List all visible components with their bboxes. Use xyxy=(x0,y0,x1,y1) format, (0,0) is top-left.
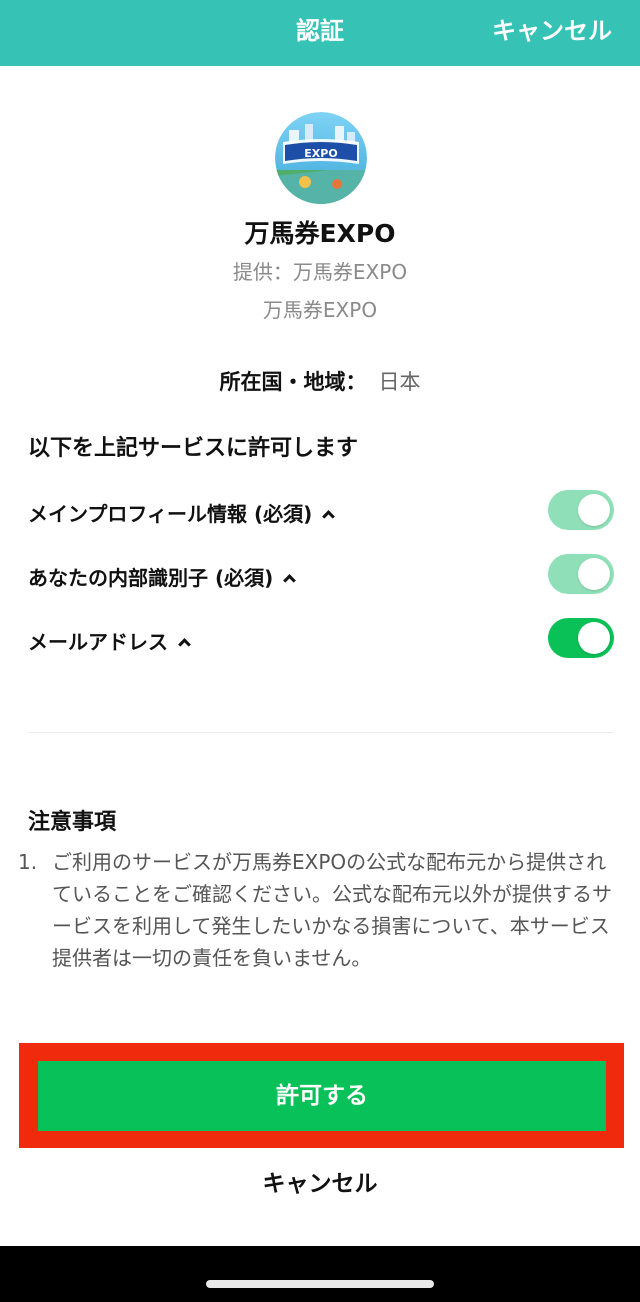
app-subtitle: 万馬券EXPO xyxy=(262,298,378,322)
permission-toggle-email[interactable] xyxy=(548,618,614,658)
auth-screen: 認証 キャンセル EXPO 万馬券EXPO 提供：万馬券EXPO 万馬券EXPO… xyxy=(0,0,640,1302)
header-cancel-button[interactable]: キャンセル xyxy=(492,0,612,64)
app-provider: 提供：万馬券EXPO xyxy=(232,260,408,284)
home-indicator[interactable] xyxy=(206,1280,434,1288)
cancel-button[interactable]: キャンセル xyxy=(0,1164,640,1198)
permission-label-identifier[interactable]: あなたの内部識別子 (必須) xyxy=(28,562,297,591)
permission-toggle-profile[interactable] xyxy=(548,490,614,530)
notes-heading: 注意事項 xyxy=(28,810,117,835)
note-text: ご利用のサービスが万馬券EXPOの公式な配布元から提供されていることをご確認くだ… xyxy=(52,850,612,970)
app-logo-icon: EXPO xyxy=(275,112,367,204)
permission-label-email[interactable]: メールアドレス xyxy=(28,626,191,655)
region-label: 所在国・地域： xyxy=(219,370,367,394)
chevron-up-icon xyxy=(322,510,336,523)
toggle-knob xyxy=(578,558,610,590)
app-name: 万馬券EXPO xyxy=(244,219,396,248)
permission-row-profile: メインプロフィール情報 (必須) xyxy=(28,490,614,534)
permission-row-email: メールアドレス xyxy=(28,618,614,662)
permission-row-identifier: あなたの内部識別子 (必須) xyxy=(28,554,614,598)
note-number: 1. xyxy=(18,850,38,874)
permissions-heading: 以下を上記サービスに許可します xyxy=(28,436,359,461)
toggle-knob xyxy=(578,622,610,654)
system-navigation-bar xyxy=(0,1246,640,1302)
header-bar: 認証 キャンセル xyxy=(0,0,640,66)
chevron-up-icon xyxy=(178,638,191,651)
divider xyxy=(28,732,614,733)
toggle-knob xyxy=(578,494,610,526)
region-info: 所在国・地域： 日本 xyxy=(0,366,640,396)
chevron-up-icon xyxy=(283,574,297,587)
svg-text:EXPO: EXPO xyxy=(304,147,337,160)
permission-toggle-identifier[interactable] xyxy=(548,554,614,594)
region-value: 日本 xyxy=(378,370,421,394)
allow-button[interactable]: 許可する xyxy=(38,1061,606,1131)
permission-label-profile[interactable]: メインプロフィール情報 (必須) xyxy=(28,498,336,527)
